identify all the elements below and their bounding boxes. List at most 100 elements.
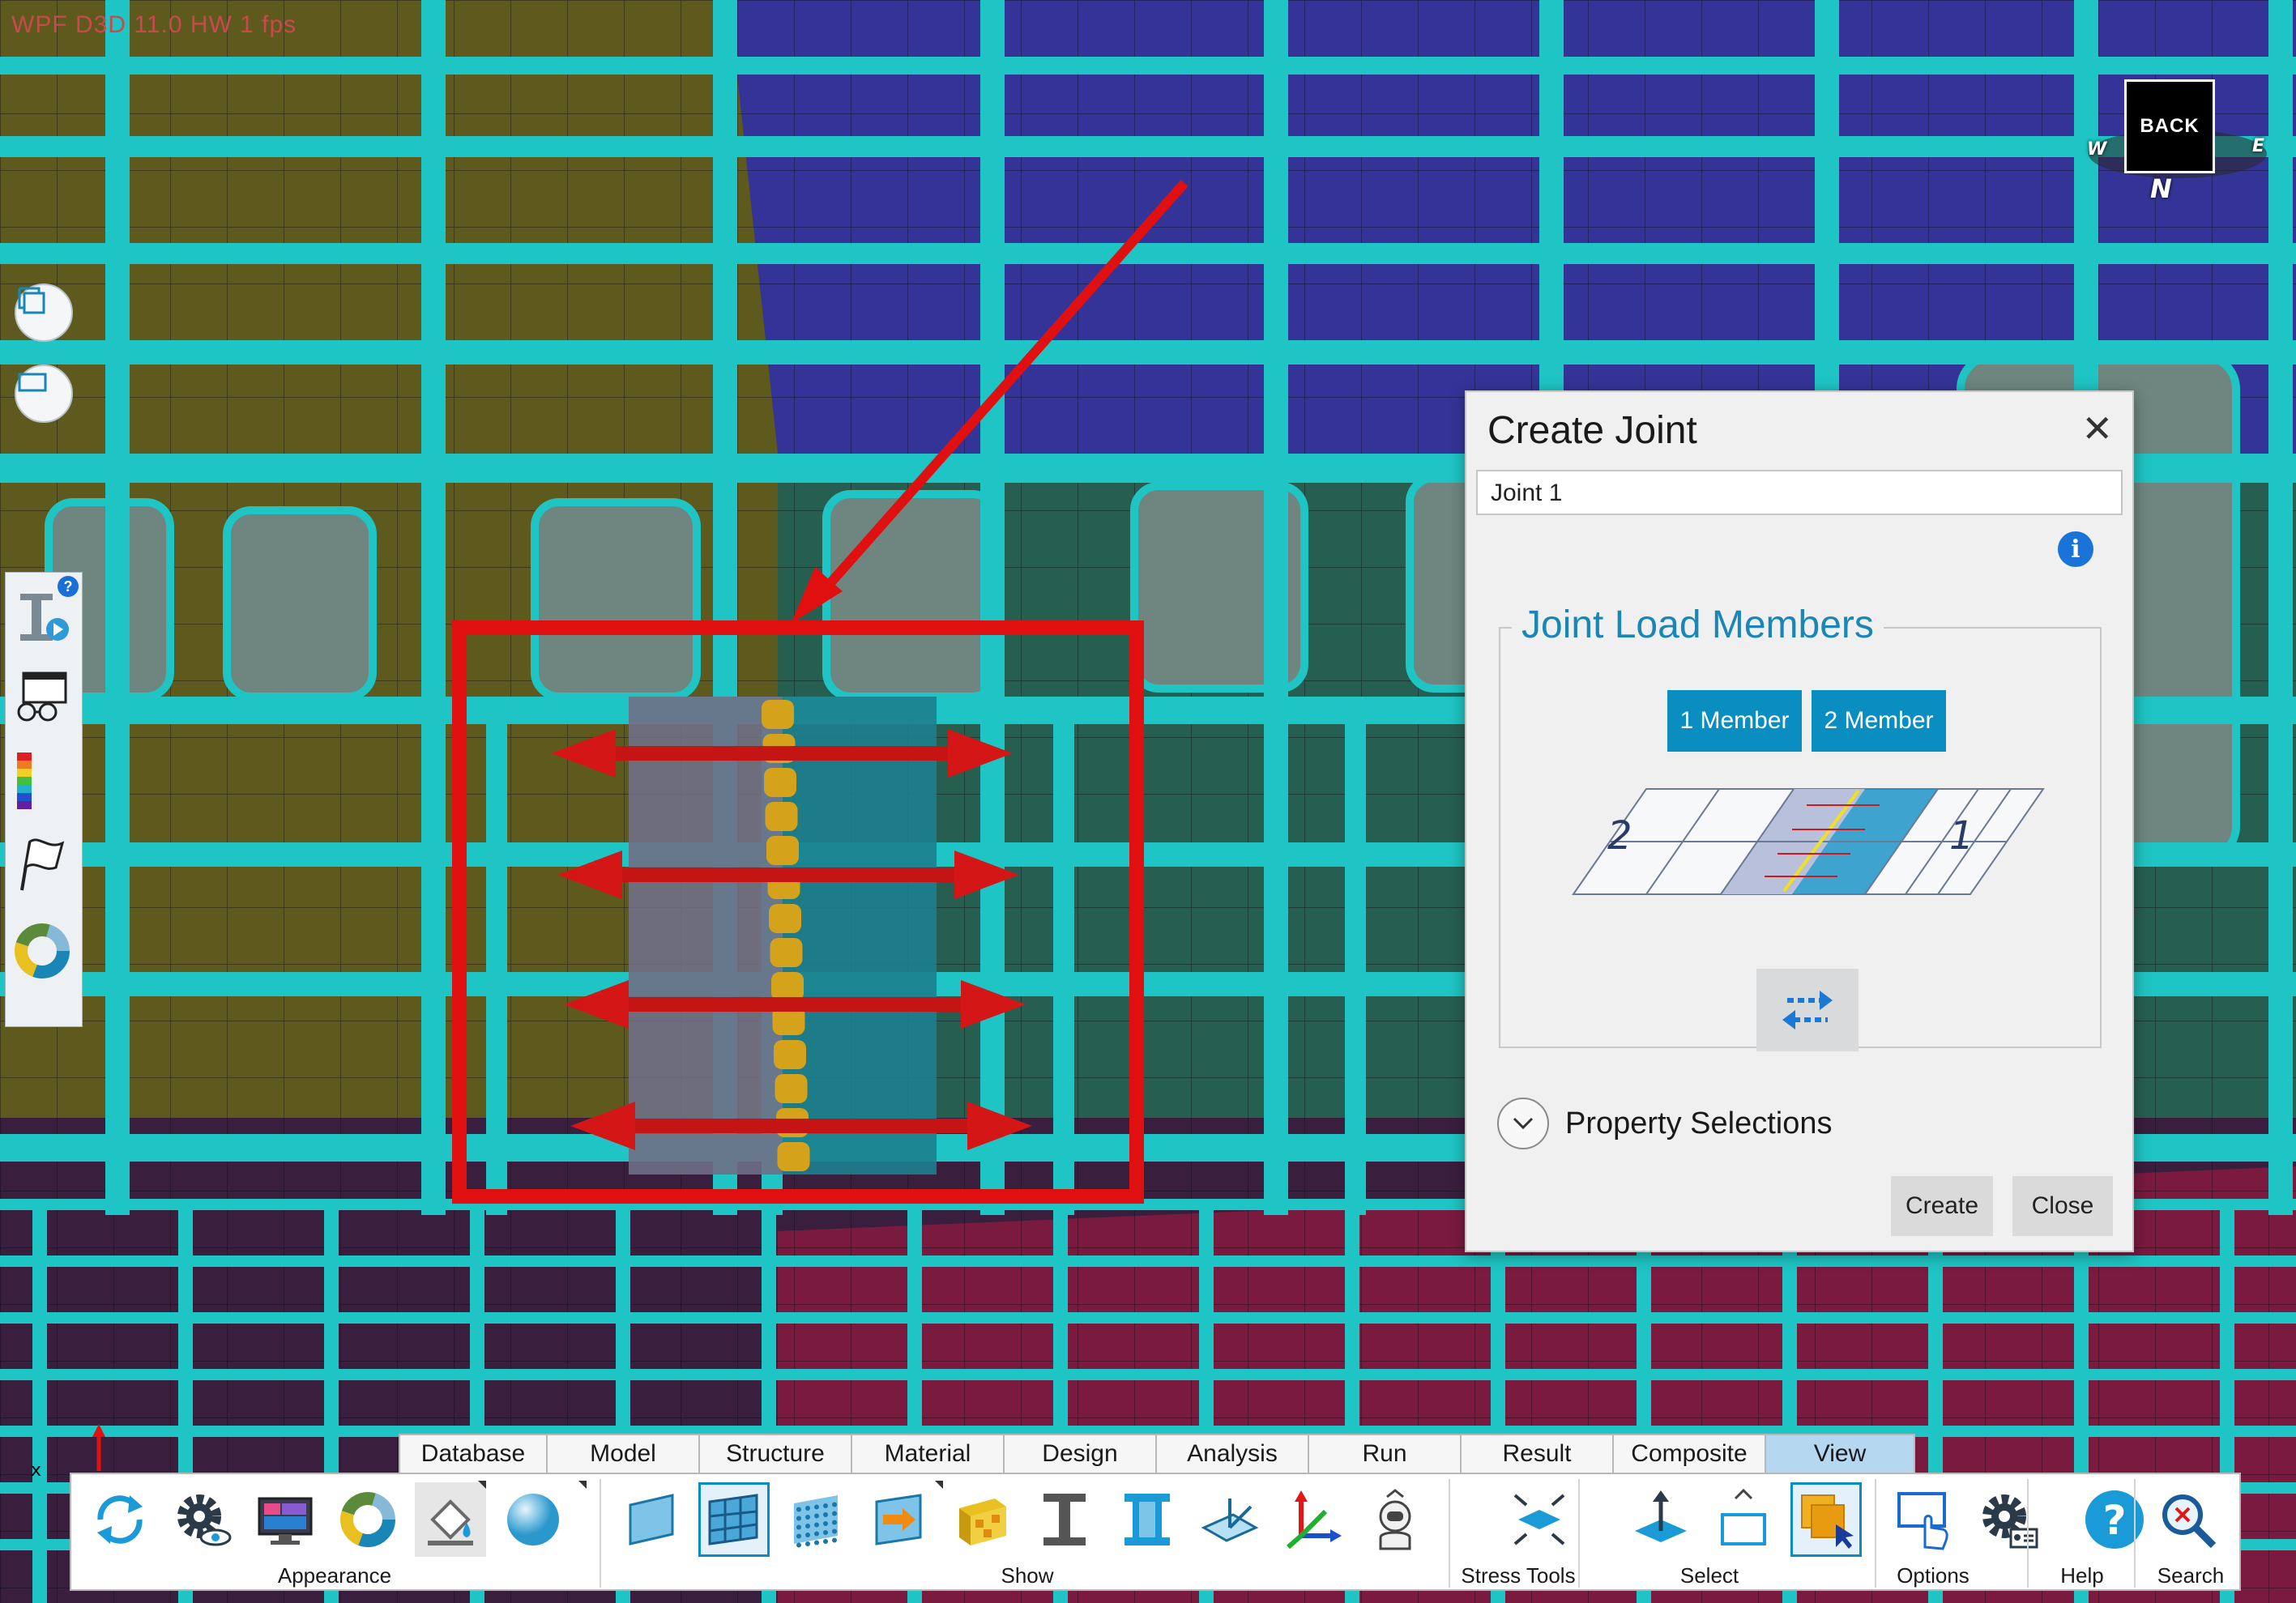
display-ring-tool[interactable] <box>12 921 77 994</box>
two-member-button[interactable]: 2 Member <box>1812 690 1946 752</box>
stress-tools-group-label: Stress Tools <box>1461 1563 1576 1588</box>
donut-chart-icon <box>340 1492 395 1547</box>
layers-cursor-icon <box>1801 1494 1854 1549</box>
refresh-button[interactable] <box>84 1482 156 1557</box>
chevron-down-icon[interactable] <box>1497 1098 1549 1149</box>
question-circle-icon: ? <box>2085 1490 2144 1549</box>
i-beam-icon <box>1043 1494 1086 1545</box>
tab-structure[interactable]: Structure <box>698 1434 852 1473</box>
select-group-label: Select <box>1679 1563 1739 1588</box>
tab-analysis[interactable]: Analysis <box>1155 1434 1309 1473</box>
rectangle-icon <box>18 373 47 392</box>
mesh-grid-icon <box>708 1494 758 1545</box>
select-plane-icon <box>1635 1490 1687 1542</box>
close-icon[interactable]: ✕ <box>2081 410 2113 447</box>
show-nodes-button[interactable] <box>781 1482 852 1557</box>
checker-block-icon <box>959 1499 1006 1545</box>
inspect-view-tool[interactable] <box>12 668 77 741</box>
property-selections-expander[interactable]: Property Selections <box>1497 1095 1833 1152</box>
select-layers-button[interactable] <box>1790 1482 1862 1557</box>
node-grid-icon <box>794 1495 838 1548</box>
tab-database[interactable]: Database <box>399 1434 548 1473</box>
monitor-icon <box>258 1497 313 1545</box>
paint-bucket-button[interactable] <box>415 1482 486 1557</box>
view-cube[interactable]: BACK <box>2124 79 2215 173</box>
create-joint-dialog: Create Joint ✕ Joint 1 i Joint Load Memb… <box>1465 390 2134 1252</box>
tab-result[interactable]: Result <box>1460 1434 1614 1473</box>
corner-marker <box>478 1481 486 1489</box>
corner-marker <box>578 1481 587 1489</box>
tab-model[interactable]: Model <box>546 1434 700 1473</box>
ribbon-separator <box>2027 1479 2029 1588</box>
fit-view-button[interactable] <box>15 365 73 423</box>
color-legend-tool[interactable] <box>12 752 77 825</box>
tab-composite[interactable]: Composite <box>1612 1434 1766 1473</box>
appearance-settings-button[interactable] <box>167 1482 238 1557</box>
svg-text:x: x <box>31 1460 41 1479</box>
flag-icon <box>20 838 65 891</box>
plane-axis-icon <box>1201 1499 1259 1542</box>
search-button[interactable] <box>2152 1482 2223 1557</box>
help-group-label: Help <box>2060 1563 2104 1588</box>
beam-play-tool[interactable] <box>12 587 77 660</box>
ribbon-tabs: Database Model Structure Material Design… <box>399 1434 1915 1473</box>
help-button[interactable]: ? <box>2079 1482 2150 1557</box>
ribbon-separator <box>1449 1479 1450 1588</box>
compass-e-label: E <box>2252 136 2265 156</box>
swap-members-button[interactable] <box>1756 969 1859 1051</box>
search-icon <box>2162 1494 2217 1549</box>
show-panels-button[interactable] <box>616 1482 687 1557</box>
diagram-member-1-label: 1 <box>1949 813 1974 859</box>
perspective-view-button[interactable] <box>15 284 73 342</box>
shading-sphere-button[interactable] <box>497 1482 569 1557</box>
show-beams-button[interactable] <box>1029 1482 1100 1557</box>
touch-options-button[interactable] <box>1889 1482 1961 1557</box>
create-button[interactable]: Create <box>1891 1176 1993 1236</box>
ribbon-separator <box>600 1479 601 1588</box>
show-inspector-button[interactable] <box>1359 1482 1431 1557</box>
dialog-title: Create Joint <box>1487 409 1697 452</box>
swap-arrows-icon <box>1782 991 1833 1030</box>
panel-icon <box>629 1494 674 1545</box>
color-ring-button[interactable] <box>332 1482 403 1557</box>
joint-name-field[interactable]: Joint 1 <box>1476 470 2123 515</box>
show-stiffeners-button[interactable] <box>1112 1482 1183 1557</box>
select-box-button[interactable] <box>1625 1482 1696 1557</box>
axis-triad-icon: x <box>31 1424 105 1479</box>
show-loads-button[interactable] <box>864 1482 935 1557</box>
stress-plate-icon <box>1513 1494 1565 1545</box>
diagram-member-2-label: 2 <box>1607 813 1632 859</box>
tab-material[interactable]: Material <box>851 1434 1005 1473</box>
flag-tool[interactable] <box>12 835 77 908</box>
donut-chart-icon <box>15 923 70 978</box>
joint-load-members-group: Joint Load Members 1 Member 2 Member 2 1 <box>1499 603 2102 1051</box>
one-member-button[interactable]: 1 Member <box>1667 690 1802 752</box>
glasses-screen-icon <box>17 671 67 722</box>
show-mesh-button[interactable] <box>698 1482 770 1557</box>
paint-bucket-icon <box>428 1499 473 1545</box>
i-beam-play-icon <box>20 594 69 641</box>
tab-design[interactable]: Design <box>1003 1434 1157 1473</box>
rectangle-caret-icon <box>1721 1488 1766 1545</box>
options-settings-button[interactable] <box>1972 1482 2043 1557</box>
info-icon[interactable]: i <box>2058 531 2093 567</box>
show-group-label: Show <box>1001 1563 1054 1588</box>
cube-outline-icon <box>18 287 45 314</box>
svg-text:?: ? <box>2102 1497 2126 1544</box>
property-selections-label: Property Selections <box>1565 1106 1833 1140</box>
stress-tools-button[interactable] <box>1504 1482 1575 1557</box>
display-monitor-button[interactable] <box>250 1482 321 1557</box>
show-axes-button[interactable] <box>1277 1482 1348 1557</box>
joint-diagram: 2 1 <box>1572 788 2045 895</box>
compass-n-label: N <box>2150 173 2172 204</box>
select-rectangle-button[interactable] <box>1708 1482 1779 1557</box>
close-button[interactable]: Close <box>2012 1176 2113 1236</box>
ribbon-panel: Appearance Show Stress Tools Select Opti… <box>70 1473 2241 1591</box>
options-group-label: Options <box>1897 1563 1970 1588</box>
tab-view[interactable]: View <box>1765 1434 1915 1473</box>
group-title: Joint Load Members <box>1512 603 1884 647</box>
gear-eye-icon <box>177 1494 232 1546</box>
tab-run[interactable]: Run <box>1308 1434 1462 1473</box>
show-materials-button[interactable] <box>946 1482 1018 1557</box>
show-plane-button[interactable] <box>1194 1482 1265 1557</box>
